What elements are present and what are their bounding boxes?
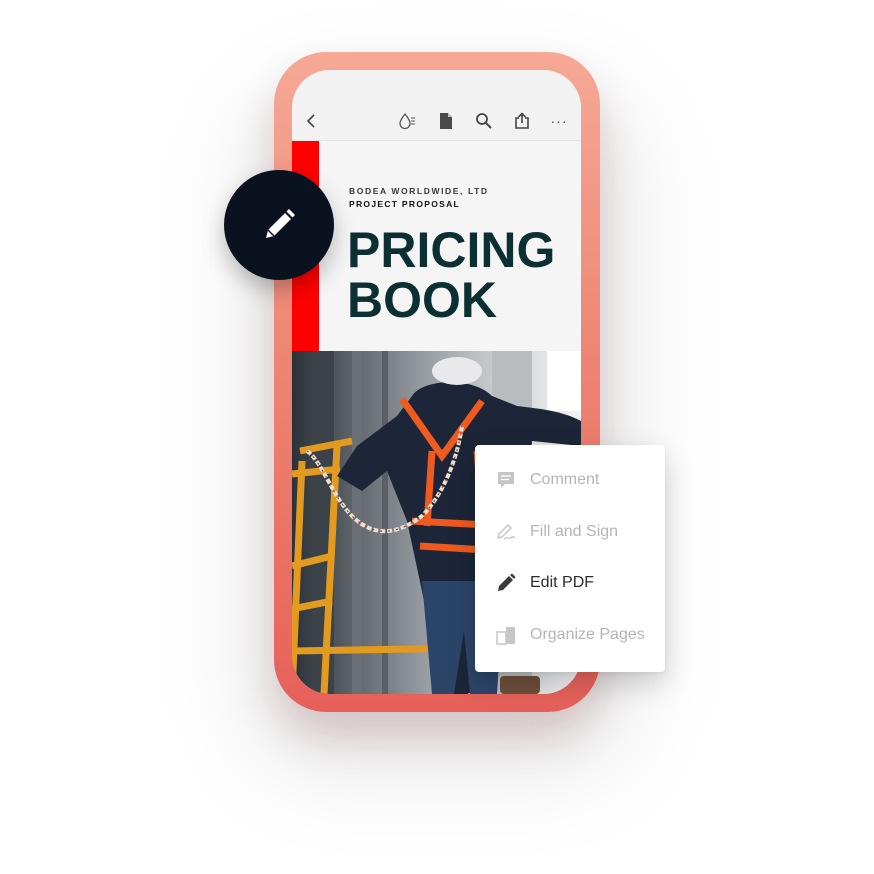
- document-icon[interactable]: [435, 110, 457, 132]
- company-name: BODEA WORLDWIDE, LTD: [349, 186, 489, 196]
- document-title-line1: PRICING: [347, 222, 556, 278]
- more-icon[interactable]: ···: [548, 110, 570, 132]
- menu-item-label: Fill and Sign: [530, 523, 619, 540]
- fill-sign-icon: [495, 521, 517, 543]
- tools-menu: Comment Fill and Sign Edit PDF Organize …: [475, 445, 665, 672]
- document-title-line2: BOOK: [347, 272, 497, 328]
- menu-item-fill-and-sign[interactable]: Fill and Sign: [475, 512, 665, 552]
- pencil-icon: [266, 209, 295, 238]
- organize-pages-icon: [495, 624, 517, 646]
- menu-item-label: Edit PDF: [530, 574, 595, 591]
- search-icon[interactable]: [473, 110, 495, 132]
- menu-item-organize-pages[interactable]: Organize Pages: [475, 615, 665, 655]
- comment-icon: [495, 469, 517, 491]
- hero-illustration: ··· BODEA WORLDWIDE, LTD PROJECT PROPOSA…: [0, 0, 874, 874]
- pencil-icon: [495, 572, 517, 594]
- share-icon[interactable]: [511, 110, 533, 132]
- menu-item-label: Comment: [530, 471, 600, 488]
- menu-item-edit-pdf[interactable]: Edit PDF: [475, 563, 665, 603]
- back-icon[interactable]: [300, 110, 322, 132]
- menu-item-comment[interactable]: Comment: [475, 460, 665, 500]
- edit-pdf-badge[interactable]: [224, 170, 334, 280]
- menu-item-label: Organize Pages: [530, 626, 645, 643]
- document-subtitle: PROJECT PROPOSAL: [349, 199, 461, 209]
- liquid-mode-icon[interactable]: [396, 110, 418, 132]
- viewer-toolbar: ···: [292, 70, 581, 141]
